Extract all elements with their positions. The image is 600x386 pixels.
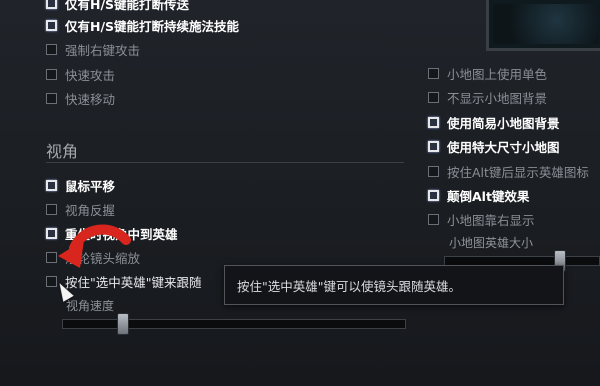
option-label: 颠倒Alt键效果 [447, 188, 530, 204]
checkbox[interactable] [428, 140, 439, 152]
option-alt-show-hero-icons[interactable]: 按住Alt键后显示英雄图标 [428, 162, 589, 180]
option-label: 快速移动 [65, 91, 116, 107]
red-arrow-icon [58, 224, 131, 268]
minimap-preview [486, 0, 600, 51]
option-hs-interrupt-channel[interactable]: 仅有H/S键能打断持续施法技能 [46, 16, 239, 34]
checkbox[interactable] [428, 189, 439, 201]
option-simple-minimap-background[interactable]: 使用简易小地图背景 [428, 113, 560, 131]
checkbox[interactable] [46, 19, 57, 31]
option-label: 不显示小地图背景 [447, 90, 548, 106]
option-minimap-monochrome[interactable]: 小地图上使用单色 [428, 64, 547, 82]
option-invert-alt-effect[interactable]: 颠倒Alt键效果 [428, 186, 529, 204]
section-divider [46, 162, 404, 163]
minimap-hero-size-label: 小地图英雄大小 [449, 236, 534, 250]
checkbox[interactable] [428, 213, 439, 225]
option-label: 鼠标平移 [65, 178, 116, 194]
option-label: 小地图上使用单色 [447, 66, 548, 82]
checkbox[interactable] [46, 43, 57, 55]
option-label: 快速攻击 [65, 67, 116, 83]
camera-speed-label: 视角速度 [66, 299, 115, 313]
option-extra-large-minimap[interactable]: 使用特大尺寸小地图 [428, 137, 560, 155]
checkbox[interactable] [428, 91, 439, 103]
tooltip-text: 按住"选中英雄"键可以使镜头跟随英雄。 [237, 278, 461, 294]
option-label: 仅有H/S键能打断持续施法技能 [65, 18, 240, 34]
option-label: 仅有H/S键能打断传送 [65, 0, 190, 12]
checkbox[interactable] [46, 203, 57, 215]
option-label: 强制右键攻击 [65, 42, 141, 58]
checkbox[interactable] [428, 116, 439, 128]
camera-speed-slider[interactable] [62, 319, 406, 329]
option-force-right-click-attack[interactable]: 强制右键攻击 [46, 40, 140, 58]
option-invert-camera[interactable]: 视角反握 [46, 200, 115, 218]
checkbox[interactable] [428, 67, 439, 79]
option-label: 使用简易小地图背景 [447, 115, 560, 131]
checkbox[interactable] [46, 0, 57, 9]
option-quick-move[interactable]: 快速移动 [46, 89, 115, 107]
checkbox[interactable] [46, 92, 57, 104]
option-label: 使用特大尺寸小地图 [447, 139, 560, 155]
checkbox[interactable] [428, 165, 439, 177]
option-label: 视角反握 [65, 202, 116, 218]
section-title-camera: 视角 [46, 142, 79, 161]
option-hs-interrupt-teleport[interactable]: 仅有H/S键能打断传送 [46, 0, 189, 12]
checkbox[interactable] [46, 68, 57, 80]
camera-speed-slider-thumb[interactable] [117, 313, 129, 335]
option-label: 小地图靠右显示 [447, 212, 535, 228]
tooltip: 按住"选中英雄"键可以使镜头跟随英雄。 [224, 265, 564, 305]
option-hide-minimap-background[interactable]: 不显示小地图背景 [428, 88, 547, 106]
option-label: 按住Alt键后显示英雄图标 [447, 164, 589, 180]
option-quick-attack[interactable]: 快速攻击 [46, 65, 115, 83]
option-minimap-right-side[interactable]: 小地图靠右显示 [428, 210, 535, 228]
checkbox[interactable] [46, 179, 57, 191]
option-mouse-pan[interactable]: 鼠标平移 [46, 176, 115, 194]
